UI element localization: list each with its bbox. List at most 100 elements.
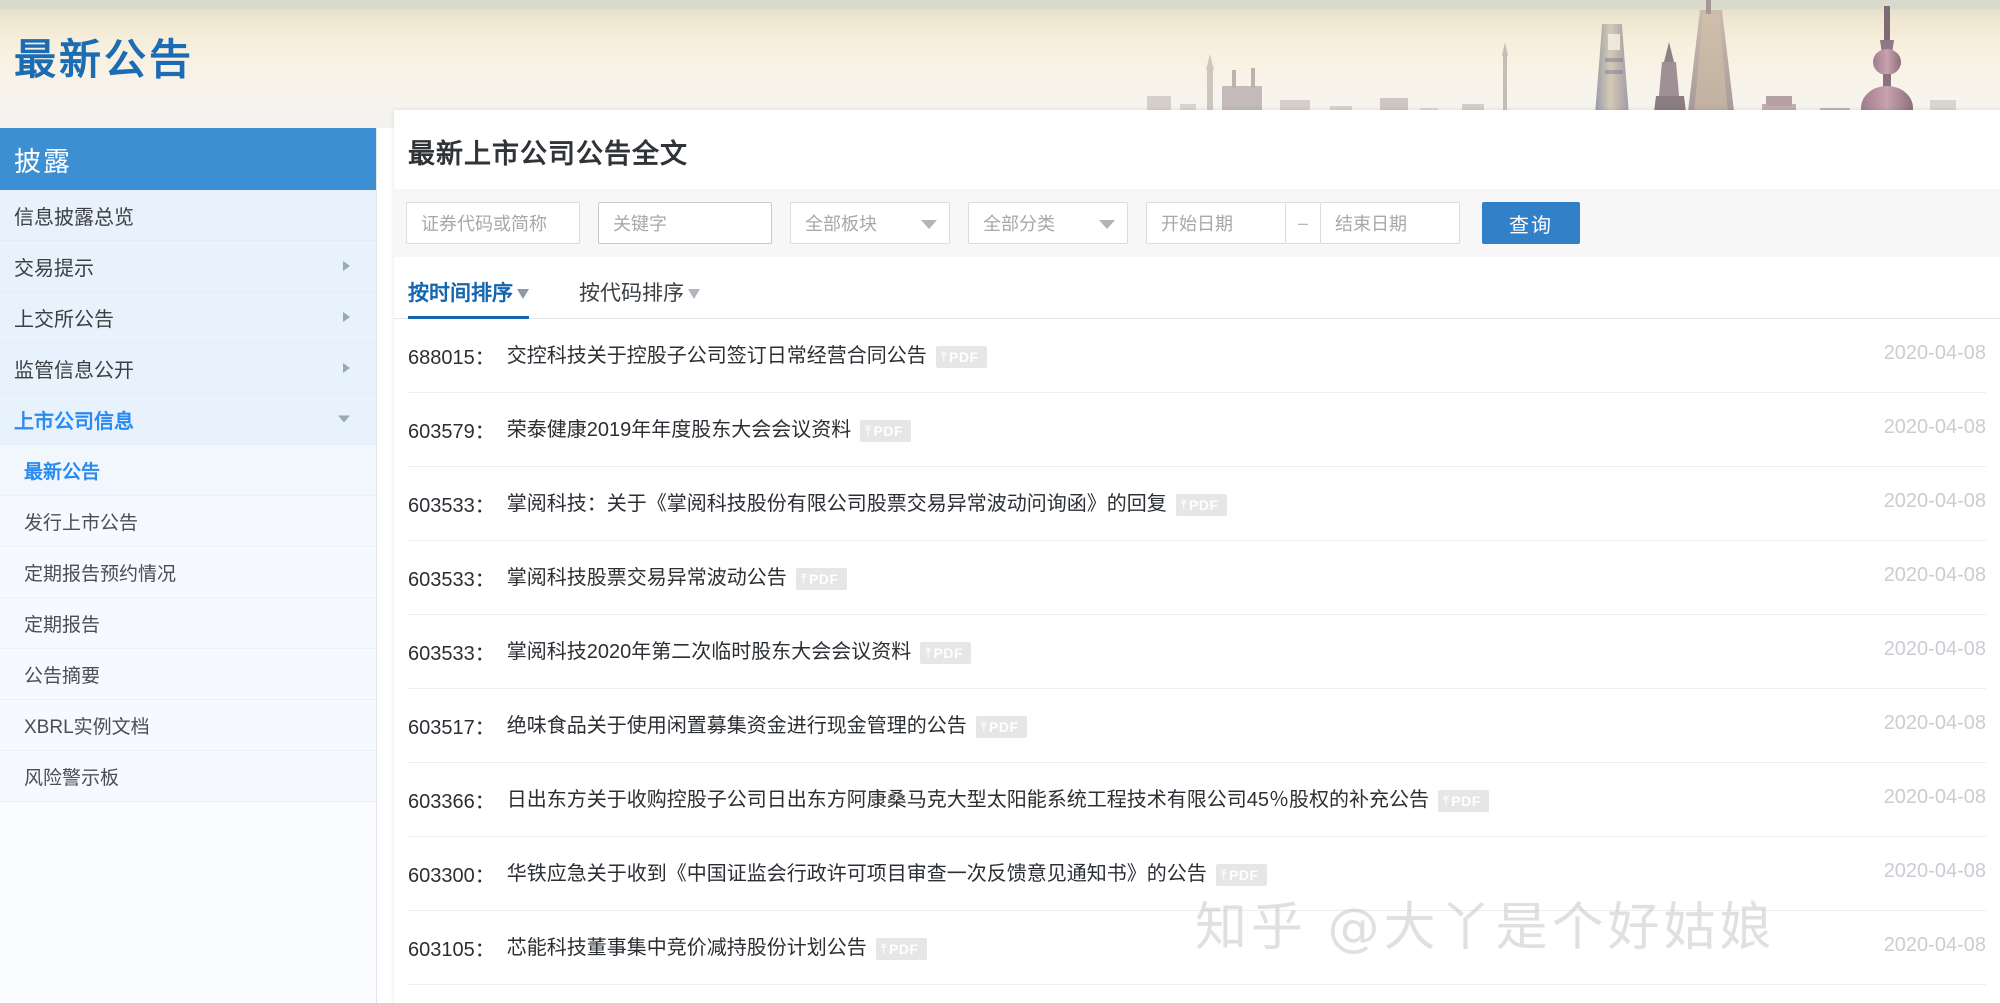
table-row[interactable]: 603533： 掌阅科技：关于《掌阅科技股份有限公司股票交易异常波动问询函》的回… [408,467,1986,541]
start-date-input[interactable]: 开始日期 [1146,202,1286,244]
announcement-code: 603105： [408,933,495,962]
sidebar-subitem-label: 风险警示板 [24,763,119,790]
pdf-icon[interactable]: ⤒PDF [796,568,847,590]
shanghai-skyline-image [0,0,2000,128]
pdf-label: PDF [949,349,979,365]
pdf-label: PDF [809,571,839,587]
pdf-label: PDF [1189,497,1219,513]
pdf-icon[interactable]: ⤒PDF [1176,494,1227,516]
announcement-title[interactable]: 掌阅科技：关于《掌阅科技股份有限公司股票交易异常波动问询函》的回复 [507,489,1167,520]
pdf-icon[interactable]: ⤒PDF [1438,790,1489,812]
announcement-code: 603579： [408,415,495,444]
announcement-code: 603533： [408,489,495,518]
announcement-date: 2020-04-08 [1884,785,1986,809]
announcement-body: 日出东方关于收购控股子公司日出东方阿康桑马克大型太阳能系统工程技术有限公司45％… [507,785,1864,816]
announcement-code: 603533： [408,563,495,592]
announcement-body: 交控科技关于控股子公司签订日常经营合同公告 ⤒PDF [507,341,1864,372]
sidebar-subitem-label: XBRL实例文档 [24,712,150,739]
pdf-glyph: ⤒ [801,571,807,587]
category-select[interactable]: 全部分类 [968,202,1128,244]
category-select-value: 全部分类 [983,210,1055,236]
pdf-icon[interactable]: ⤒PDF [976,716,1027,738]
sidebar-subitem-report-schedule[interactable]: 定期报告预约情况 [0,547,376,598]
table-row[interactable]: 603366： 日出东方关于收购控股子公司日出东方阿康桑马克大型太阳能系统工程技… [408,763,1986,837]
announcement-date: 2020-04-08 [1884,415,1986,439]
table-row[interactable]: 603517： 绝味食品关于使用闲置募集资金进行现金管理的公告 ⤒PDF 202… [408,689,1986,763]
search-button[interactable]: 查询 [1482,202,1580,244]
pdf-glyph: ⤒ [1443,793,1449,809]
sidebar-navigation: 披露 信息披露总览 交易提示 上交所公告 监管信息公开 上市公司信息 最新公告 … [0,128,377,1003]
table-row[interactable]: 603533： 掌阅科技股票交易异常波动公告 ⤒PDF 2020-04-08 [408,541,1986,615]
tab-sort-by-code[interactable]: 按代码排序 [579,277,716,318]
sidebar-subitem-label: 定期报告 [24,610,100,637]
board-select-value: 全部板块 [805,210,877,236]
announcement-body: 华铁应急关于收到《中国证监会行政许可项目审查一次反馈意见通知书》的公告 ⤒PDF [507,859,1864,890]
announcement-body: 绝味食品关于使用闲置募集资金进行现金管理的公告 ⤒PDF [507,711,1864,742]
start-date-placeholder: 开始日期 [1161,210,1233,236]
sidebar-item-sse-announcements[interactable]: 上交所公告 [0,292,376,343]
security-code-placeholder: 证券代码或简称 [421,210,547,236]
pdf-glyph: ⤒ [881,941,887,957]
table-row[interactable]: 603105： 芯能科技董事集中竞价减持股份计划公告 ⤒PDF 2020-04-… [408,911,1986,985]
sidebar-item-label: 监管信息公开 [14,354,134,383]
announcement-title[interactable]: 荣泰健康2019年年度股东大会会议资料 [507,415,852,446]
announcement-title[interactable]: 掌阅科技股票交易异常波动公告 [507,563,787,594]
chevron-down-icon [338,416,350,423]
pdf-label: PDF [1451,793,1481,809]
pdf-icon[interactable]: ⤒PDF [1216,864,1267,886]
announcement-code: 603517： [408,711,495,740]
sidebar-item-listed-company-info[interactable]: 上市公司信息 [0,394,376,445]
pdf-icon[interactable]: ⤒PDF [876,938,927,960]
table-row[interactable]: 603300： 华铁应急关于收到《中国证监会行政许可项目审查一次反馈意见通知书》… [408,837,1986,911]
pdf-icon[interactable]: ⤒PDF [920,642,971,664]
sidebar-item-regulatory-disclosure[interactable]: 监管信息公开 [0,343,376,394]
page-banner: 最新公告 [0,0,2000,128]
main-panel-title: 最新上市公司公告全文 [394,110,2000,189]
announcement-code: 603366： [408,785,495,814]
sidebar-subitem-periodic-reports[interactable]: 定期报告 [0,598,376,649]
announcement-title[interactable]: 交控科技关于控股子公司签订日常经营合同公告 [507,341,927,372]
sidebar-item-overview[interactable]: 信息披露总览 [0,190,376,241]
sidebar-subitem-label: 发行上市公告 [24,508,138,535]
sidebar-subitem-risk-warning-board[interactable]: 风险警示板 [0,751,376,802]
chevron-right-icon [343,312,350,322]
sidebar-subitem-xbrl-documents[interactable]: XBRL实例文档 [0,700,376,751]
announcement-list: 688015： 交控科技关于控股子公司签订日常经营合同公告 ⤒PDF 2020-… [394,319,2000,985]
chevron-right-icon [343,363,350,373]
sidebar-subitem-latest-announcements[interactable]: 最新公告 [0,445,376,496]
announcement-title[interactable]: 绝味食品关于使用闲置募集资金进行现金管理的公告 [507,711,967,742]
pdf-icon[interactable]: ⤒PDF [860,420,911,442]
sidebar-item-trading-tips[interactable]: 交易提示 [0,241,376,292]
announcement-title[interactable]: 华铁应急关于收到《中国证监会行政许可项目审查一次反馈意见通知书》的公告 [507,859,1207,890]
sidebar-subitem-ipo-announcements[interactable]: 发行上市公告 [0,496,376,547]
sidebar-header-label: 披露 [14,140,72,179]
pdf-label: PDF [934,645,964,661]
page-title: 最新公告 [14,26,194,87]
announcement-body: 掌阅科技2020年第二次临时股东大会会议资料 ⤒PDF [507,637,1864,668]
announcement-code: 603300： [408,859,495,888]
sort-tabs: 按时间排序 按代码排序 [394,257,2000,319]
arrow-down-icon [517,289,529,299]
keyword-input[interactable]: 关键字 [598,202,772,244]
announcement-date: 2020-04-08 [1884,933,1986,957]
security-code-input[interactable]: 证券代码或简称 [406,202,580,244]
tab-sort-by-time[interactable]: 按时间排序 [408,277,545,318]
table-row[interactable]: 603533： 掌阅科技2020年第二次临时股东大会会议资料 ⤒PDF 2020… [408,615,1986,689]
table-row[interactable]: 688015： 交控科技关于控股子公司签订日常经营合同公告 ⤒PDF 2020-… [408,319,1986,393]
announcement-body: 掌阅科技股票交易异常波动公告 ⤒PDF [507,563,1864,594]
table-row[interactable]: 603579： 荣泰健康2019年年度股东大会会议资料 ⤒PDF 2020-04… [408,393,1986,467]
announcement-title[interactable]: 芯能科技董事集中竞价减持股份计划公告 [507,933,867,964]
pdf-icon[interactable]: ⤒PDF [936,346,987,368]
board-select[interactable]: 全部板块 [790,202,950,244]
end-date-input[interactable]: 结束日期 [1320,202,1460,244]
announcement-title[interactable]: 掌阅科技2020年第二次临时股东大会会议资料 [507,637,912,668]
announcement-title[interactable]: 日出东方关于收购控股子公司日出东方阿康桑马克大型太阳能系统工程技术有限公司45％… [507,785,1429,816]
pdf-glyph: ⤒ [925,645,931,661]
sidebar-item-label: 上交所公告 [14,303,114,332]
announcement-date: 2020-04-08 [1884,341,1986,365]
announcement-body: 芯能科技董事集中竞价减持股份计划公告 ⤒PDF [507,933,1864,964]
pdf-label: PDF [1229,867,1259,883]
sidebar-header: 披露 [0,128,376,190]
sidebar-subitem-announcement-summary[interactable]: 公告摘要 [0,649,376,700]
tab-sort-by-code-label: 按代码排序 [579,277,684,307]
